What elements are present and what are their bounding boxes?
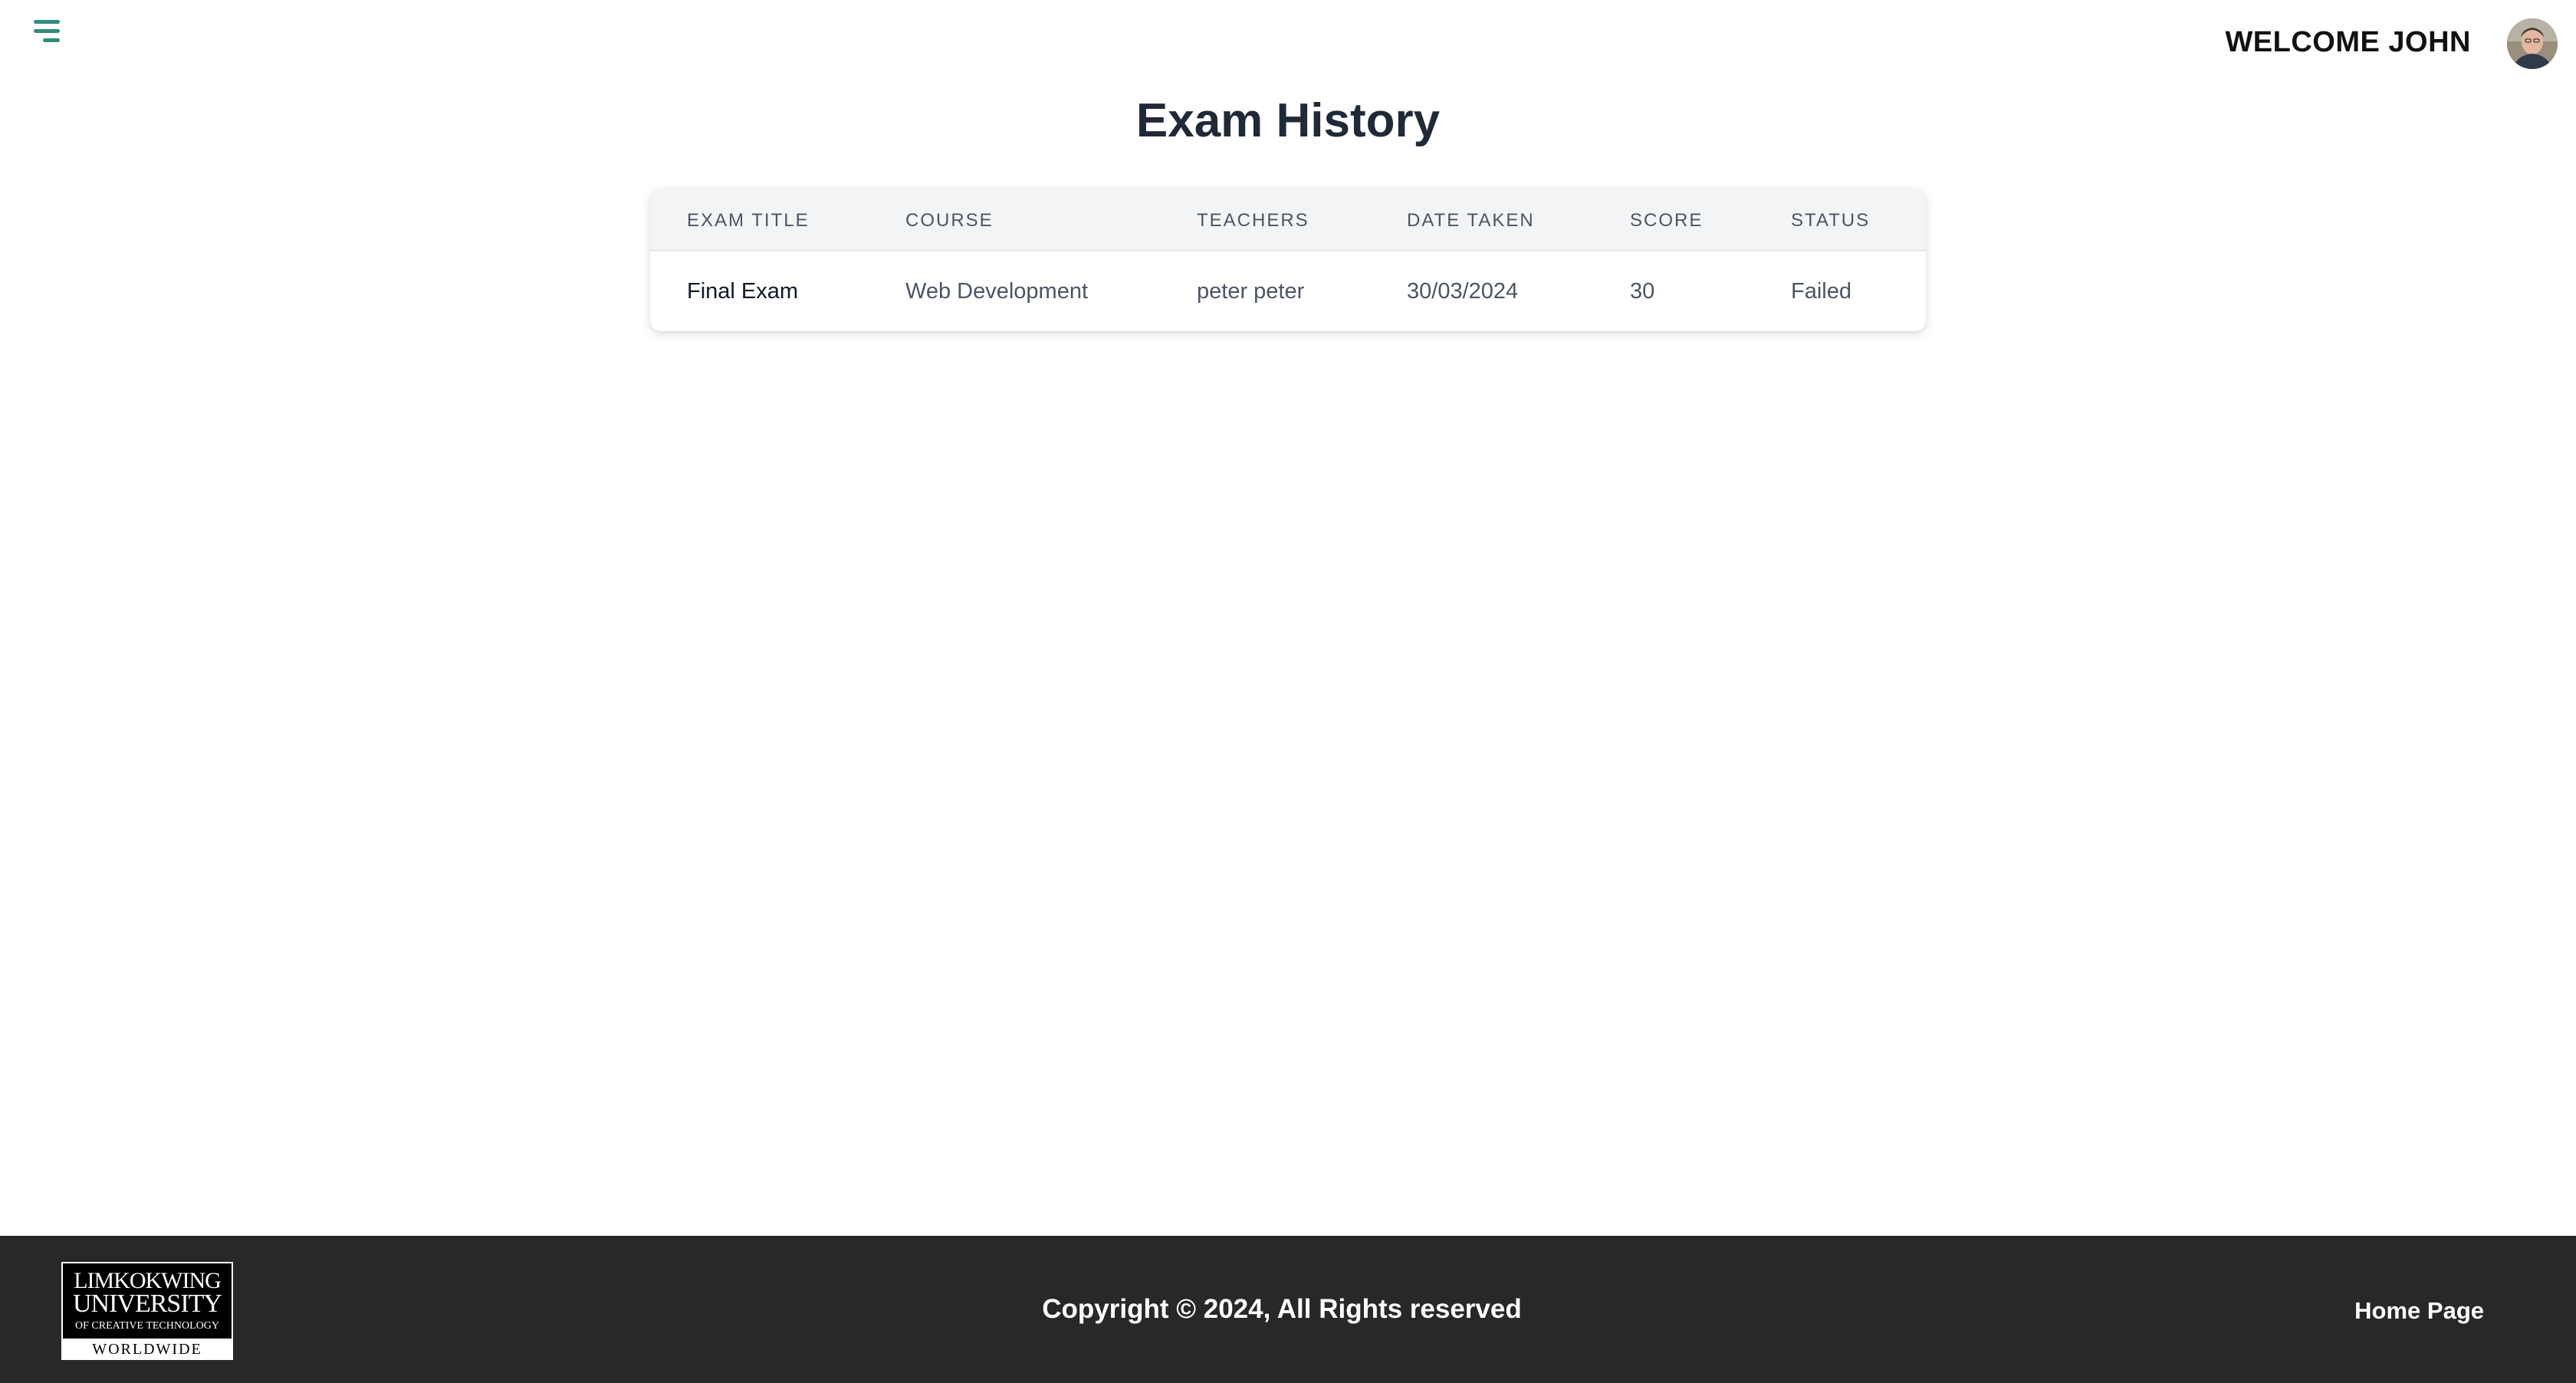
cell-exam-title: Final Exam: [687, 279, 799, 304]
table-row[interactable]: Final Exam Web Development peter peter 3…: [650, 253, 1926, 331]
column-header-score: SCORE: [1630, 210, 1704, 231]
cell-status: Failed: [1791, 279, 1852, 304]
column-header-exam-title: EXAM TITLE: [687, 210, 810, 231]
page-title: Exam History: [1135, 94, 1441, 147]
top-bar: WELCOME JOHN: [0, 0, 2576, 84]
footer: LIMKOKWING UNIVERSITY OF CREATIVE TECHNO…: [0, 1236, 2576, 1383]
welcome-text: WELCOME JOHN: [2225, 26, 2471, 58]
column-header-teachers: TEACHERS: [1197, 210, 1309, 231]
cell-course: Web Development: [905, 279, 1089, 304]
table-header: EXAM TITLE COURSE TEACHERS DATE TAKEN SC…: [650, 189, 1926, 251]
column-header-date-taken: DATE TAKEN: [1407, 210, 1535, 231]
cell-score: 30: [1630, 279, 1655, 304]
cell-date-taken: 30/03/2024: [1407, 279, 1519, 304]
user-avatar[interactable]: [2507, 18, 2558, 69]
hamburger-menu-icon[interactable]: [26, 17, 60, 48]
logo-line-4: WORLDWIDE: [92, 1341, 202, 1358]
copyright-text: Copyright © 2024, All Rights reserved: [1042, 1294, 1522, 1324]
home-page-link[interactable]: Home Page: [2354, 1297, 2484, 1325]
column-header-course: COURSE: [905, 210, 994, 231]
cell-teachers: peter peter: [1197, 279, 1305, 304]
column-header-status: STATUS: [1791, 210, 1871, 231]
exam-history-table: EXAM TITLE COURSE TEACHERS DATE TAKEN SC…: [650, 189, 1926, 331]
